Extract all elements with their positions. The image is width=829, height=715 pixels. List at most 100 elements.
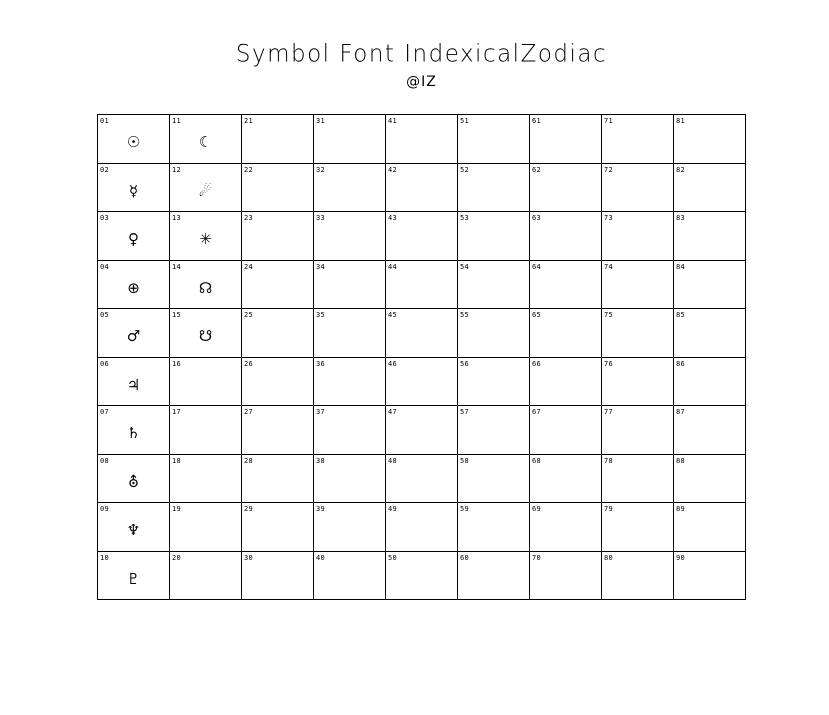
- symbol-cell: 37: [314, 406, 386, 455]
- symbol-grid: 01 ☉ 11 ☾ 21 31 41 51 61 71 81 02 ☿ 12 ☄ 22 32 42 52 62 72 82…: [97, 114, 746, 600]
- symbol-cell: 23: [242, 212, 314, 261]
- symbol-cell: 24: [242, 260, 314, 309]
- cell-code: 61: [532, 117, 542, 125]
- cell-code: 81: [676, 117, 686, 125]
- cell-code: 36: [316, 359, 326, 368]
- page-title: Symbol Font IndexicalZodiac: [235, 40, 608, 68]
- earth-icon: ⊕: [127, 278, 140, 297]
- symbol-cell: 45: [386, 309, 458, 358]
- symbol-cell: 28: [242, 454, 314, 503]
- cell-code: 16: [172, 359, 182, 368]
- symbol-cell: 01 ☉: [98, 115, 170, 164]
- symbol-cell: 44: [386, 260, 458, 309]
- cell-code: 02: [100, 165, 110, 174]
- cell-code: 64: [532, 262, 542, 271]
- symbol-cell: 40: [314, 551, 386, 600]
- cell-code: 82: [676, 165, 686, 174]
- symbol-cell: 86: [674, 357, 746, 406]
- symbol-cell: 17: [170, 406, 242, 455]
- symbol-cell: 65: [530, 309, 602, 358]
- cell-code: 19: [172, 505, 182, 513]
- symbol-cell: 33: [314, 212, 386, 261]
- cell-code: 20: [172, 553, 182, 562]
- cell-code: 32: [316, 165, 326, 174]
- symbol-cell: 43: [386, 212, 458, 261]
- cell-code: 53: [460, 214, 470, 222]
- cell-code: 13: [172, 214, 182, 222]
- symbol-cell: 47: [386, 406, 458, 455]
- cell-code: 01: [100, 117, 110, 125]
- cell-code: 59: [460, 505, 470, 513]
- symbol-cell: 48: [386, 454, 458, 503]
- cell-code: 39: [316, 505, 326, 513]
- cell-code: 55: [460, 311, 470, 319]
- cell-code: 86: [676, 359, 686, 368]
- cell-code: 25: [244, 311, 254, 319]
- symbol-cell: 56: [458, 357, 530, 406]
- symbol-cell: 75: [602, 309, 674, 358]
- symbol-cell: 59: [458, 503, 530, 552]
- cell-code: 60: [460, 553, 470, 562]
- symbol-cell: 36: [314, 357, 386, 406]
- symbol-cell: 03 ♀: [98, 212, 170, 261]
- symbol-cell: 13 ✳: [170, 212, 242, 261]
- cell-code: 09: [100, 505, 110, 513]
- symbol-cell: 50: [386, 551, 458, 600]
- cell-code: 33: [316, 214, 326, 222]
- symbol-cell: 55: [458, 309, 530, 358]
- symbol-cell: 57: [458, 406, 530, 455]
- cell-code: 85: [676, 311, 686, 319]
- cell-code: 43: [388, 214, 398, 222]
- cell-code: 29: [244, 505, 254, 513]
- symbol-cell: 80: [602, 551, 674, 600]
- cell-code: 74: [604, 262, 614, 271]
- cell-code: 40: [316, 553, 326, 562]
- symbol-cell: 14 ☊: [170, 260, 242, 309]
- symbol-cell: 10 ♇: [98, 551, 170, 600]
- cell-code: 14: [172, 262, 182, 271]
- cell-code: 34: [316, 262, 326, 271]
- cell-code: 35: [316, 311, 326, 319]
- cell-code: 54: [460, 262, 470, 271]
- cell-code: 73: [604, 214, 614, 222]
- cell-code: 77: [604, 408, 614, 416]
- cell-code: 31: [316, 117, 326, 125]
- cell-code: 89: [676, 505, 686, 513]
- cell-code: 72: [604, 165, 614, 174]
- symbol-cell: 53: [458, 212, 530, 261]
- cell-code: 18: [172, 456, 182, 465]
- descending-node-icon: ☋: [198, 327, 213, 345]
- symbol-cell: 15 ☋: [170, 309, 242, 358]
- cell-code: 05: [100, 311, 110, 319]
- symbol-cell: 60: [458, 551, 530, 600]
- symbol-cell: 19: [170, 503, 242, 552]
- cell-code: 78: [604, 456, 614, 465]
- symbol-cell: 64: [530, 260, 602, 309]
- cell-code: 67: [532, 408, 542, 416]
- cell-code: 42: [388, 165, 398, 174]
- cell-code: 65: [532, 311, 542, 319]
- cell-code: 70: [532, 553, 542, 562]
- cell-code: 28: [244, 456, 254, 465]
- cell-code: 62: [532, 165, 542, 174]
- symbol-cell: 54: [458, 260, 530, 309]
- cell-code: 84: [676, 262, 686, 271]
- symbol-cell: 70: [530, 551, 602, 600]
- cell-code: 12: [172, 165, 182, 174]
- cell-code: 90: [676, 553, 686, 562]
- symbol-cell: 49: [386, 503, 458, 552]
- venus-icon: ♀: [128, 230, 139, 248]
- symbol-cell: 35: [314, 309, 386, 358]
- cell-code: 47: [388, 408, 398, 416]
- symbol-cell: 08 ⛢: [98, 454, 170, 503]
- symbol-cell: 32: [314, 163, 386, 212]
- symbol-cell: 84: [674, 260, 746, 309]
- saturn-icon: ♄: [126, 424, 141, 442]
- symbol-cell: 05 ♂: [98, 309, 170, 358]
- cell-code: 51: [460, 117, 470, 125]
- cell-code: 06: [100, 359, 110, 368]
- symbol-cell: 58: [458, 454, 530, 503]
- symbol-cell: 42: [386, 163, 458, 212]
- cell-code: 79: [604, 505, 614, 513]
- cell-code: 83: [676, 214, 686, 222]
